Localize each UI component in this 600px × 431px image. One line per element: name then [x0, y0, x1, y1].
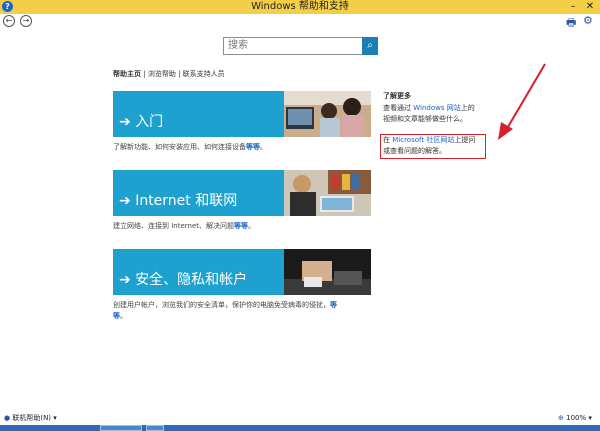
tile-description: 建立网络、连接到 Internet、解决问题等等。 — [113, 222, 256, 230]
search-placeholder: 搜索 — [228, 40, 248, 51]
forward-button[interactable]: → — [20, 15, 32, 27]
chevron-down-icon: ▾ — [53, 414, 57, 422]
more-link[interactable]: 等等 — [234, 222, 248, 230]
back-button[interactable]: ← — [3, 15, 15, 27]
taskbar-button[interactable] — [100, 425, 142, 431]
settings-icon[interactable]: ⚙ — [583, 14, 593, 27]
tile-description: 创建用户帐户，浏览我们的安全清单，保护你的电脑免受病毒的侵扰，等 — [113, 301, 337, 309]
tile-label-area[interactable]: ➔ Internet 和联网 — [113, 170, 284, 216]
tile-title: ➔ Internet 和联网 — [119, 193, 238, 209]
annotation-highlight-box — [380, 134, 486, 159]
window-title: Windows 帮助和支持 — [251, 1, 349, 12]
tile-title: ➔ 安全、隐私和帐户 — [119, 272, 248, 288]
title-bar: ? Windows 帮助和支持 – ✕ — [0, 0, 600, 14]
taskbar — [0, 425, 600, 431]
taskbar-button[interactable] — [146, 425, 164, 431]
tile-internet-networking[interactable]: ➔ Internet 和联网 — [113, 170, 371, 216]
globe-icon: ● — [4, 414, 11, 422]
tile-label-area[interactable]: ➔ 安全、隐私和帐户 — [113, 249, 284, 295]
zoom-control[interactable]: ⊕ 100% ▾ — [558, 411, 592, 425]
link-help-home[interactable]: 帮助主页 — [113, 70, 141, 78]
print-icon[interactable]: 🖶 — [566, 14, 576, 33]
tile-description-cont: 等。 — [113, 312, 127, 320]
tile-description: 了解新功能、如何安装应用、如何连接设备等等。 — [113, 143, 267, 151]
sidebar-text: 查看通过 Windows 网站上的 — [383, 104, 475, 112]
link-contact-support[interactable]: 联系支持人员 — [183, 70, 225, 78]
link-browse-help[interactable]: 浏览帮助 — [148, 70, 176, 78]
sidebar-text-cont: 视频和文章能够做些什么。 — [383, 115, 467, 123]
more-link[interactable]: 等 — [330, 301, 337, 309]
search-icon: ⌕ — [367, 40, 373, 51]
more-link[interactable]: 等等 — [246, 143, 260, 151]
sidebar-title: 了解更多 — [383, 92, 411, 100]
tile-title: ➔ 入门 — [119, 114, 164, 130]
help-links: 帮助主页 | 浏览帮助 | 联系支持人员 — [113, 70, 225, 78]
chevron-down-icon: ▾ — [588, 414, 592, 422]
tile-getting-started[interactable]: ➔ 入门 — [113, 91, 371, 137]
status-bar: ● 联机帮助(N) ▾ ⊕ 100% ▾ — [0, 411, 600, 425]
search-button[interactable]: ⌕ — [362, 37, 378, 55]
offline-help-button[interactable]: ● 联机帮助(N) ▾ — [4, 411, 57, 425]
zoom-icon: ⊕ — [558, 414, 564, 422]
tile-photo — [284, 170, 371, 216]
tile-security-privacy-accounts[interactable]: ➔ 安全、隐私和帐户 — [113, 249, 371, 295]
tile-photo — [284, 249, 371, 295]
windows-site-link[interactable]: Windows 网站 — [413, 104, 460, 112]
search-input[interactable]: 搜索 — [223, 37, 364, 55]
minimize-button[interactable]: – — [566, 0, 580, 14]
more-link-cont[interactable]: 等 — [113, 312, 120, 320]
annotation-arrow — [498, 63, 546, 140]
tile-photo — [284, 91, 371, 137]
tile-label-area[interactable]: ➔ 入门 — [113, 91, 284, 137]
close-button[interactable]: ✕ — [583, 0, 597, 14]
